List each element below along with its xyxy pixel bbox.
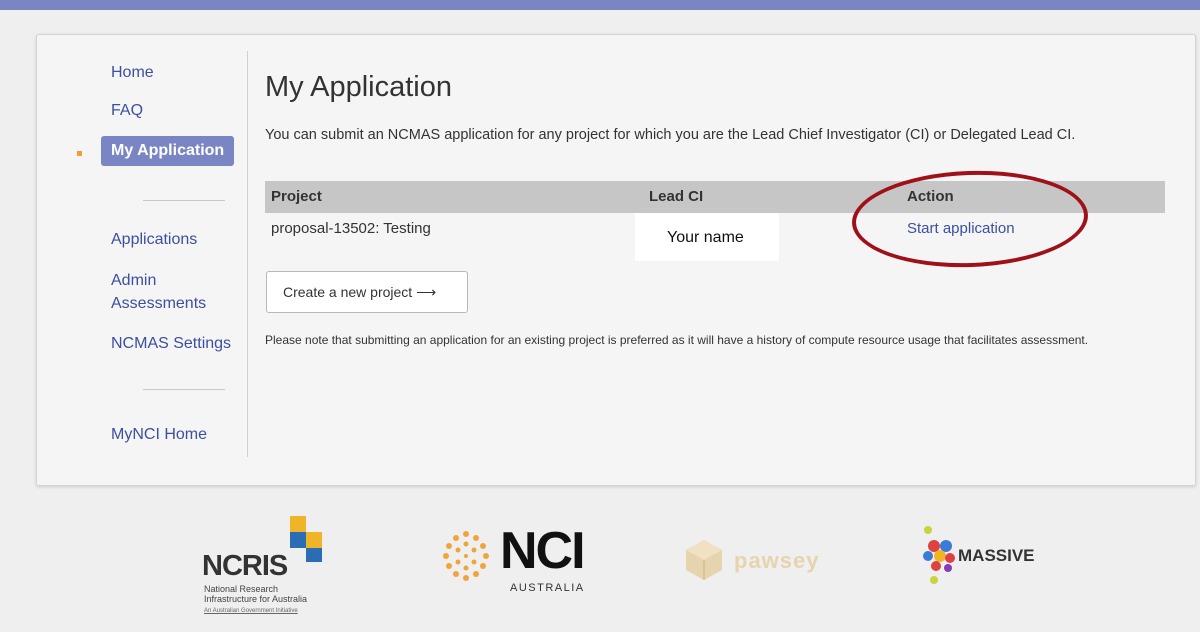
sidebar-divider-line: [247, 51, 248, 457]
start-application-link[interactable]: Start application: [907, 220, 1015, 237]
nci-dots-icon: [443, 531, 489, 581]
ncris-logo: NCRIS National Research Infrastructure f…: [198, 512, 338, 622]
nci-sub: AUSTRALIA: [510, 582, 585, 594]
ncris-line-2: Infrastructure for Australia: [204, 594, 308, 604]
main-content: My Application You can submit an NCMAS a…: [265, 35, 1177, 485]
sidebar-item-applications[interactable]: Applications: [111, 228, 197, 251]
lead-ci-cell: Your name: [635, 213, 779, 261]
page-title: My Application: [265, 71, 452, 103]
project-cell: proposal-13502: Testing: [271, 220, 431, 237]
sidebar-item-my-application[interactable]: My Application: [101, 136, 235, 166]
sidebar-nav: Home FAQ My Application Applications Adm…: [73, 35, 245, 485]
lead-ci-name: Your name: [667, 229, 744, 246]
sidebar-item-home[interactable]: Home: [111, 61, 154, 84]
massive-wordmark: MASSIVE: [958, 546, 1035, 565]
column-header-lead-ci: Lead CI: [649, 188, 704, 205]
sidebar-item-mynci-home[interactable]: MyNCI Home: [111, 423, 207, 446]
create-new-project-button[interactable]: Create a new project ⟶: [266, 271, 468, 313]
active-indicator: [77, 151, 82, 156]
column-header-project: Project: [271, 188, 322, 205]
sidebar-divider: [143, 200, 225, 201]
nci-wordmark: NCI: [500, 522, 586, 580]
pawsey-wordmark: pawsey: [734, 548, 820, 573]
note-text: Please note that submitting an applicati…: [265, 333, 1089, 347]
footer-logos: NCRIS National Research Infrastructure f…: [0, 500, 1200, 632]
intro-text: You can submit an NCMAS application for …: [265, 127, 1076, 143]
table-row: proposal-13502: Testing Your name Start …: [265, 213, 1165, 261]
ncris-line-3: An Australian Government Initiative: [204, 608, 298, 614]
nci-logo: NCI AUSTRALIA: [436, 522, 606, 602]
pawsey-logo: pawsey: [684, 538, 874, 584]
pawsey-emblem-icon: [686, 540, 722, 580]
column-header-action: Action: [907, 188, 954, 205]
sidebar-divider: [143, 389, 225, 390]
massive-molecule-icon: [923, 526, 955, 584]
top-accent-bar: [0, 0, 1200, 10]
table-header: Project Lead CI Action: [265, 181, 1165, 213]
massive-logo: MASSIVE: [920, 524, 1080, 594]
sidebar-item-faq[interactable]: FAQ: [111, 99, 143, 122]
sidebar-item-ncmas-settings[interactable]: NCMAS Settings: [111, 332, 231, 355]
sidebar-item-admin-assessments[interactable]: Admin Assessments: [111, 269, 221, 315]
ncris-line-1: National Research: [204, 584, 279, 594]
content-card: Home FAQ My Application Applications Adm…: [36, 34, 1196, 486]
ncris-wordmark: NCRIS: [202, 550, 288, 582]
